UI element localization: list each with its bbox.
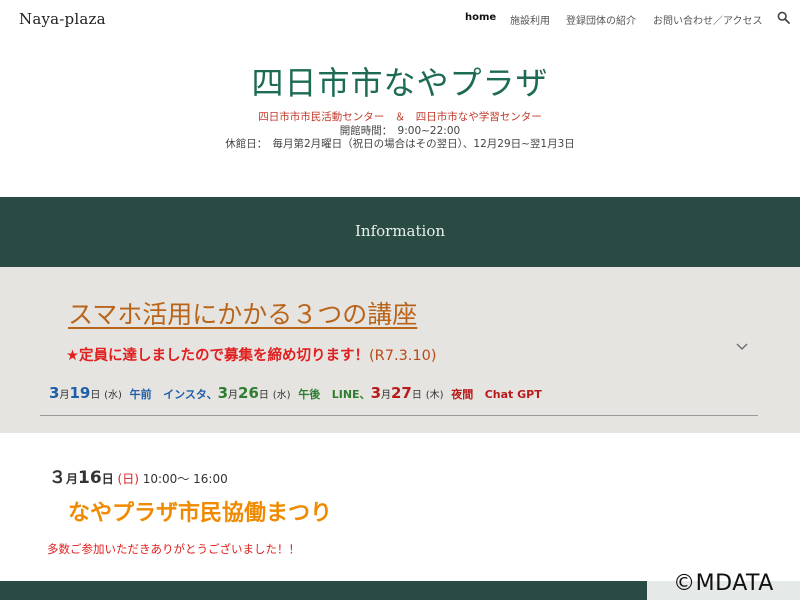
top-navigation: Naya-plaza home 施設利用 登録団体の紹介 お問い合わせ／アクセス xyxy=(0,0,800,40)
search-icon[interactable] xyxy=(777,11,790,24)
event-date: ３月16日 (日) 10:00～ 16:00 xyxy=(49,463,228,488)
watermark: ©MDATA xyxy=(647,568,800,600)
closed-text: ★定員に達しましたので募集を締め切ります！ xyxy=(66,348,369,364)
course-month-unit: 月 xyxy=(381,390,391,401)
course-item-chatgpt: 3月27日 (木) 夜間 Chat GPT xyxy=(371,384,542,402)
course-topic: LINE、 xyxy=(331,388,371,401)
nav-link-contact[interactable]: お問い合わせ／アクセス xyxy=(653,12,763,27)
course-day-unit: 日 xyxy=(90,390,101,401)
course-month-unit: 月 xyxy=(228,390,239,401)
course-day: 19 xyxy=(69,384,91,402)
event-month-unit: 月 xyxy=(66,472,79,486)
event-day: 16 xyxy=(78,468,102,488)
course-month: 3 xyxy=(49,384,60,402)
course-day: 26 xyxy=(238,384,259,402)
course-time: 夜間 xyxy=(451,388,474,401)
course-month: 3 xyxy=(217,384,229,402)
nav-link-home[interactable]: home xyxy=(465,12,496,23)
hero-opening-hours: 開館時間： 9:00~22:00 xyxy=(339,125,461,137)
event-dow: (日) xyxy=(117,472,139,486)
nav-link-groups[interactable]: 登録団体の紹介 xyxy=(566,12,636,27)
section-divider xyxy=(40,415,758,416)
hero-subtitle: 四日市市市民活動センター ＆ 四日市市なや学習センター xyxy=(258,111,542,123)
event-month: ３ xyxy=(49,468,66,488)
course-day: 27 xyxy=(391,384,412,402)
closed-date: (R7.3.10) xyxy=(369,348,437,364)
event-section: ３月16日 (日) 10:00～ 16:00 なやプラザ市民協働まつり 多数ご参… xyxy=(0,433,800,581)
course-day-unit: 日 xyxy=(411,390,422,401)
event-title[interactable]: なやプラザ市民協働まつり xyxy=(68,495,332,527)
course-item-instagram: 3月19日 (水) 午前 インスタ、 xyxy=(49,384,218,402)
hero-closed-days: 休館日： 毎月第2月曜日（祝日の場合はその翌日）、12月29日~翌1月3日 xyxy=(225,138,575,150)
event-time: 10:00～ 16:00 xyxy=(142,472,228,486)
event-day-unit: 日 xyxy=(101,472,114,486)
course-month: 3 xyxy=(370,384,381,402)
hero-section: 四日市市なやプラザ 四日市市市民活動センター ＆ 四日市市なや学習センター 開館… xyxy=(0,40,800,197)
course-topic: Chat GPT xyxy=(484,388,542,401)
course-notice: スマホ活用にかかる３つの講座 ★定員に達しましたので募集を締め切ります！(R7.… xyxy=(0,267,800,433)
information-title: Information xyxy=(354,222,446,240)
course-dow: (水) xyxy=(272,390,291,401)
course-title-link[interactable]: スマホ活用にかかる３つの講座 xyxy=(68,295,417,331)
course-month-unit: 月 xyxy=(59,390,70,401)
course-day-unit: 日 xyxy=(258,390,269,401)
registration-closed-notice: ★定員に達しましたので募集を締め切ります！(R7.3.10) xyxy=(66,344,437,365)
nav-link-facility[interactable]: 施設利用 xyxy=(510,12,550,27)
course-dow: (木) xyxy=(425,390,444,401)
course-dow: (水) xyxy=(104,390,122,401)
chevron-down-icon[interactable] xyxy=(735,342,749,352)
course-topic: インスタ、 xyxy=(163,388,218,401)
course-item-line: 3月26日 (水) 午後 LINE、 xyxy=(218,384,371,402)
event-thanks-message: 多数ご参加いただきありがとうございました！！ xyxy=(47,542,300,556)
site-title: 四日市市なやプラザ xyxy=(251,64,549,102)
nav-links: home 施設利用 登録団体の紹介 お問い合わせ／アクセス xyxy=(0,12,800,28)
course-time: 午後 xyxy=(298,388,321,401)
course-schedule: 3月19日 (水) 午前 インスタ、3月26日 (水) 午後 LINE、3月27… xyxy=(49,384,542,402)
course-time: 午前 xyxy=(129,388,152,401)
information-header: Information xyxy=(0,197,800,267)
